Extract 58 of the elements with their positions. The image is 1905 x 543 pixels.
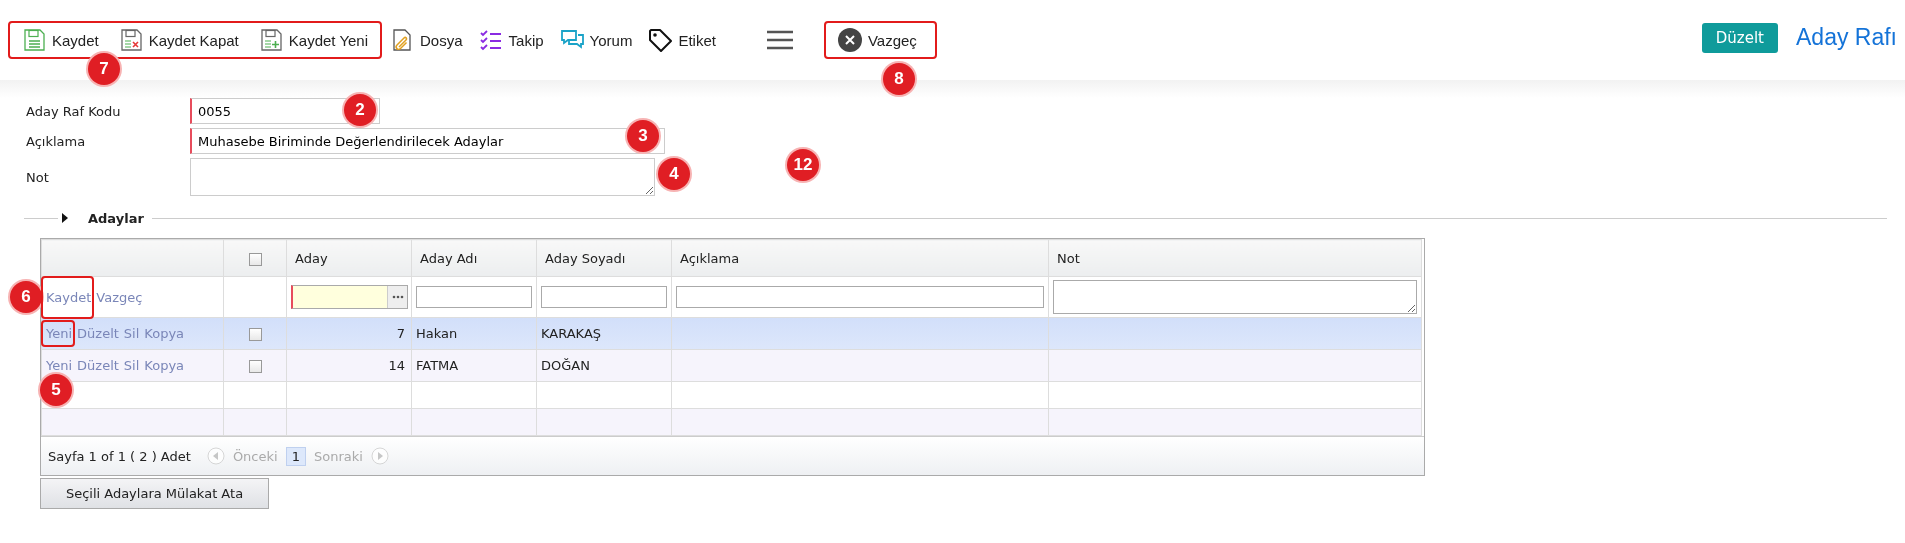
action-button[interactable]: Seçili Adaylara Mülakat Ata (40, 478, 269, 509)
toolbar-button[interactable]: Kaydet Kapat (110, 25, 247, 55)
checkbox[interactable] (248, 252, 262, 266)
lookup-field[interactable] (291, 285, 408, 309)
floppy-delete-icon (118, 28, 143, 52)
table-cell: 7 (286, 317, 412, 350)
toolbar-button[interactable]: Takip (470, 25, 552, 55)
field-label: Not (26, 169, 49, 185)
close-icon (837, 28, 862, 52)
toolbar-button[interactable]: Yorum (551, 25, 641, 55)
input-field[interactable] (416, 286, 532, 308)
callout-marker: 8 (883, 63, 915, 95)
toolbar-button[interactable]: Dosya (382, 25, 471, 55)
field-label: Açıklama (26, 133, 86, 149)
column-header: Aday Soyadı (536, 239, 672, 277)
callout-marker: 6 (10, 281, 42, 313)
next-page-icon[interactable] (370, 447, 389, 465)
column-header: Açıklama (671, 239, 1049, 277)
column-header: Aday (286, 239, 412, 277)
page-title: Aday Rafı (1796, 23, 1897, 51)
table-row[interactable]: Yeni Düzelt Sil Kopya 7 Hakan KARAKAŞ (41, 317, 1422, 350)
table-cell: FATMA (411, 349, 537, 382)
toolbar-button[interactable]: Etiket (640, 25, 724, 55)
input-field[interactable] (676, 286, 1044, 308)
table-cell: DOĞAN (536, 349, 672, 382)
checklist-icon (478, 28, 503, 52)
callout-marker: 7 (88, 53, 120, 85)
column-header: Not (1048, 239, 1422, 277)
menu-icon[interactable] (765, 30, 794, 50)
input-field[interactable] (541, 286, 667, 308)
pager-summary: Sayfa 1 of 1 ( 2 ) Adet (48, 448, 191, 464)
table-row[interactable]: Yeni Düzelt Sil Kopya 14 FATMA DOĞAN (41, 349, 1422, 382)
caret-icon (62, 213, 68, 223)
row-link[interactable]: Vazgeç (96, 289, 143, 305)
column-header: Aday Adı (411, 239, 537, 277)
checkbox[interactable] (248, 360, 262, 373)
text-area[interactable] (190, 158, 655, 196)
section-title: Adaylar (88, 210, 145, 226)
toolbar-button[interactable]: Kaydet (14, 25, 107, 55)
tag-icon (648, 28, 673, 52)
callout-marker: 5 (40, 374, 72, 406)
more-icon[interactable] (387, 286, 407, 308)
callout-marker: 12 (787, 149, 819, 181)
row-link[interactable]: Kaydet (46, 289, 92, 305)
table-cell: Hakan (411, 317, 537, 350)
floppy-add-icon (258, 28, 283, 52)
cancel-button[interactable]: Vazgeç (829, 25, 925, 55)
table-cell: 14 (286, 349, 412, 382)
field-label: Aday Raf Kodu (26, 103, 121, 119)
callout-marker: 2 (344, 94, 376, 126)
previous-page-icon[interactable] (206, 447, 225, 465)
callout-marker: 4 (658, 158, 690, 190)
callout-marker: 3 (627, 120, 659, 152)
table-cell: KARAKAŞ (536, 317, 672, 350)
toolbar-button[interactable]: Kaydet Yeni (250, 25, 377, 55)
chat-bubbles-icon (559, 28, 584, 52)
page-number[interactable]: 1 (285, 446, 306, 466)
checkbox[interactable] (248, 328, 262, 341)
